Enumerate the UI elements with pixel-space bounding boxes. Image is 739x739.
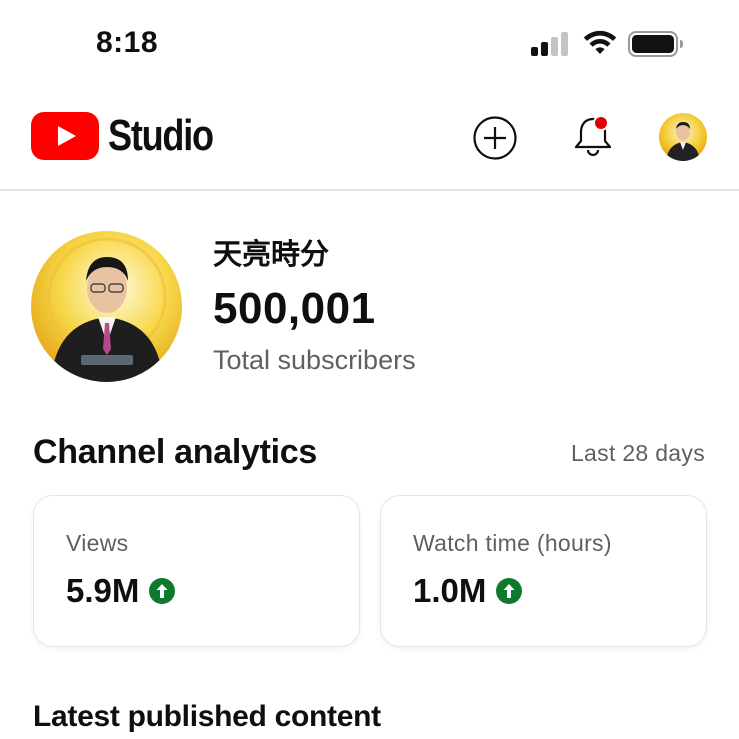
app-header: Studio (0, 88, 739, 191)
views-value: 5.9M (66, 572, 140, 609)
youtube-play-icon[interactable] (31, 112, 99, 160)
status-time: 8:18 (96, 26, 159, 59)
studio-home-screen: 8:18 Studio 天亮時分 500,001 Total subscribe… (0, 0, 739, 739)
analytics-period: Last 28 days (570, 440, 705, 466)
arrow-up-circle-icon (149, 578, 176, 604)
arrow-up-circle-icon (496, 578, 523, 604)
latest-content-title: Latest published content (33, 700, 381, 733)
create-button[interactable] (472, 115, 518, 161)
views-label: Views (66, 530, 129, 556)
subscriber-count: 500,001 (213, 284, 376, 333)
watch-time-value: 1.0M (413, 572, 487, 609)
notifications-button[interactable] (570, 113, 616, 159)
analytics-title: Channel analytics (33, 433, 317, 471)
channel-name: 天亮時分 (213, 237, 330, 271)
account-avatar[interactable] (659, 113, 707, 161)
watch-time-card[interactable]: Watch time (hours) 1.0M (380, 495, 707, 647)
notification-dot (593, 115, 609, 131)
views-card[interactable]: Views 5.9M (33, 495, 360, 647)
views-value-row: 5.9M (66, 572, 176, 610)
channel-avatar[interactable] (31, 231, 182, 382)
battery-icon (628, 31, 683, 57)
signal-icon (531, 32, 573, 56)
wifi-icon (583, 30, 617, 54)
status-bar: 8:18 (0, 0, 739, 88)
watch-time-label: Watch time (hours) (413, 530, 612, 556)
create-icon (473, 116, 517, 160)
notifications-bell-icon (574, 115, 612, 157)
app-title: Studio (108, 111, 214, 160)
subscriber-label: Total subscribers (213, 345, 416, 375)
watch-time-value-row: 1.0M (413, 572, 523, 610)
